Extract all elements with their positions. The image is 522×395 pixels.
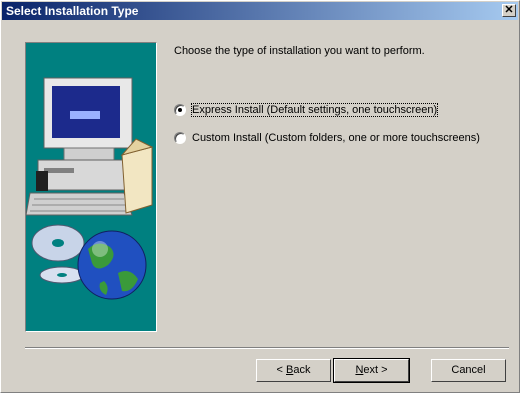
- back-button[interactable]: < Back: [256, 359, 331, 382]
- box-icon: [120, 138, 154, 214]
- title-bar[interactable]: Select Installation Type ✕: [2, 2, 518, 20]
- express-install-option[interactable]: Express Install (Default settings, one t…: [174, 103, 439, 117]
- custom-install-option[interactable]: Custom Install (Custom folders, one or m…: [174, 132, 480, 144]
- globe-icon: [77, 230, 147, 300]
- computer-icon: [26, 77, 133, 216]
- close-icon: ✕: [504, 4, 514, 16]
- back-button-prefix: <: [276, 364, 286, 376]
- custom-install-label[interactable]: Custom Install (Custom folders, one or m…: [192, 132, 480, 144]
- installer-dialog: Select Installation Type ✕ Choose the ty…: [0, 0, 520, 393]
- cd-disc-icon: [31, 224, 85, 284]
- cancel-button-label: Cancel: [451, 364, 486, 376]
- installer-illustration: [25, 42, 157, 332]
- back-button-rest: ack: [293, 364, 311, 376]
- footer-divider: [25, 347, 509, 349]
- instruction-text: Choose the type of installation you want…: [174, 45, 425, 57]
- window-title: Select Installation Type: [6, 4, 139, 18]
- close-button[interactable]: ✕: [502, 4, 516, 17]
- custom-install-radio[interactable]: [174, 132, 186, 144]
- next-button-rest: ext >: [363, 364, 388, 376]
- express-install-radio[interactable]: [174, 104, 186, 116]
- express-install-label[interactable]: Express Install (Default settings, one t…: [190, 103, 439, 117]
- cancel-button[interactable]: Cancel: [431, 359, 506, 382]
- next-button[interactable]: Next >: [333, 358, 410, 383]
